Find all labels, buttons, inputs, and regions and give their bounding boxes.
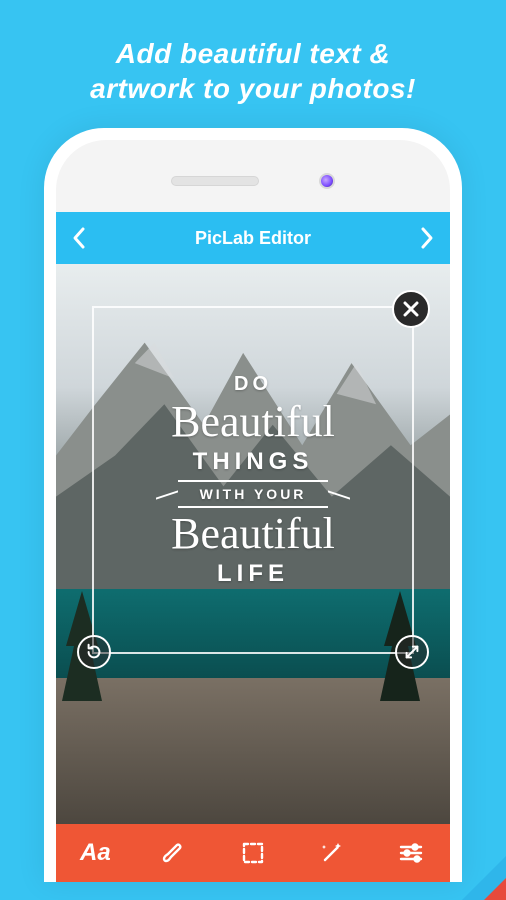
sliders-icon bbox=[397, 839, 425, 867]
chevron-left-icon bbox=[72, 226, 86, 250]
app-screen: PicLab Editor bbox=[56, 212, 450, 882]
crop-tool-button[interactable] bbox=[231, 831, 275, 875]
adjust-tool-button[interactable] bbox=[389, 831, 433, 875]
phone-top-hardware bbox=[56, 166, 450, 196]
crop-selection-icon bbox=[239, 839, 267, 867]
art-line-do: DO bbox=[234, 373, 272, 396]
editor-toolbar: Aa bbox=[56, 824, 450, 882]
art-line-things: THINGS bbox=[193, 448, 314, 476]
art-line-life: LIFE bbox=[217, 560, 289, 588]
back-button[interactable] bbox=[72, 226, 86, 250]
speaker-grill bbox=[171, 176, 259, 186]
app-header: PicLab Editor bbox=[56, 212, 450, 264]
text-overlay-selection[interactable]: DO Beautiful THINGS WITH YOUR Beautiful … bbox=[92, 306, 414, 654]
front-camera bbox=[319, 173, 335, 189]
headline-line-2: artwork to your photos! bbox=[90, 73, 416, 104]
forward-button[interactable] bbox=[420, 226, 434, 250]
phone-mockup: PicLab Editor bbox=[44, 128, 462, 882]
chevron-right-icon bbox=[420, 226, 434, 250]
phone-bezel: PicLab Editor bbox=[56, 140, 450, 882]
art-line-beautiful-1: Beautiful bbox=[171, 400, 335, 444]
magic-wand-icon bbox=[318, 839, 346, 867]
brush-icon bbox=[160, 839, 188, 867]
art-line-banner: WITH YOUR bbox=[178, 480, 329, 508]
text-tool-label: Aa bbox=[80, 839, 111, 867]
app-title: PicLab Editor bbox=[195, 228, 311, 249]
brush-tool-button[interactable] bbox=[152, 831, 196, 875]
art-line-beautiful-2: Beautiful bbox=[171, 512, 335, 556]
artwork-text: DO Beautiful THINGS WITH YOUR Beautiful … bbox=[94, 308, 412, 652]
photo-canvas[interactable]: DO Beautiful THINGS WITH YOUR Beautiful … bbox=[56, 264, 450, 824]
marketing-headline: Add beautiful text & artwork to your pho… bbox=[0, 0, 506, 128]
headline-line-1: Add beautiful text & bbox=[116, 38, 390, 69]
text-tool-button[interactable]: Aa bbox=[73, 831, 117, 875]
effects-tool-button[interactable] bbox=[310, 831, 354, 875]
watermark-logo bbox=[462, 856, 506, 900]
